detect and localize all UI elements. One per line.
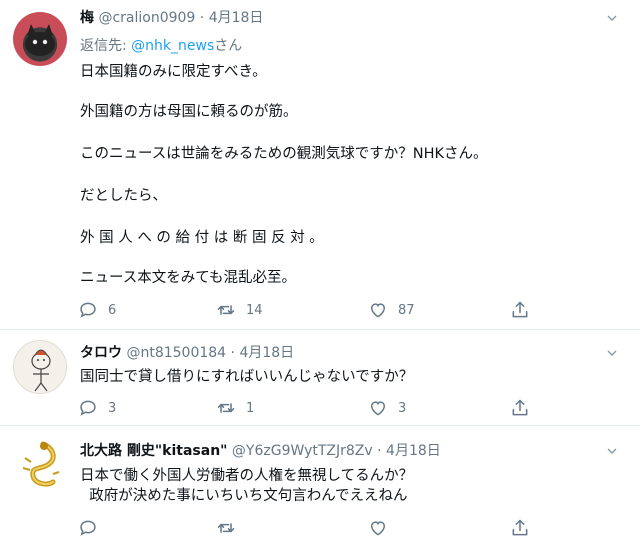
- tweet-line: 政府が決めた事にいちいち文句言わんでええねん: [80, 488, 408, 504]
- tweet-actions: 3 1 3: [78, 398, 548, 420]
- tweet-actions: 6 14 87: [78, 300, 548, 322]
- share-icon: [510, 518, 530, 538]
- cat-avatar-icon: [25, 24, 55, 56]
- reply-to-link[interactable]: @nhk_news: [131, 38, 214, 54]
- tweet-header: 北大路 剛史"kitasan" @Y6zG9WytTZJr8Zv · 4月18日: [80, 441, 441, 461]
- like-count: 3: [398, 400, 407, 416]
- cartoon-avatar-icon: [31, 349, 51, 392]
- retweet-icon: [216, 300, 236, 320]
- retweet-button[interactable]: 1: [216, 398, 254, 418]
- chevron-down-icon[interactable]: [602, 10, 622, 26]
- golden-dragon-icon: [22, 441, 60, 487]
- display-name[interactable]: 梅: [80, 10, 94, 26]
- timestamp[interactable]: 4月18日: [386, 443, 441, 459]
- tweet-line: ニュース本文をみても混乱必至。: [80, 270, 297, 286]
- tweet-header: 梅 @cralion0909 · 4月18日: [80, 8, 263, 28]
- user-handle[interactable]: @cralion0909: [98, 10, 195, 26]
- retweet-icon: [216, 398, 236, 418]
- retweet-icon: [216, 518, 236, 538]
- tweet-1[interactable]: 梅 @cralion0909 · 4月18日 返信先: @nhk_newsさん …: [0, 0, 640, 330]
- reply-count: 6: [108, 302, 117, 318]
- reply-icon: [78, 398, 98, 418]
- tweet-text: 国同士で貸し借りにすればいいんじゃないですか？: [80, 367, 413, 387]
- tweet-header: タロウ @nt81500184 · 4月18日: [80, 343, 294, 363]
- avatar[interactable]: [13, 340, 67, 394]
- tweet-line: 国同士で貸し借りにすればいいんじゃないですか？: [80, 369, 414, 385]
- tweet-line: 外国籍の方は母国に頼るのが筋。: [80, 104, 298, 120]
- retweet-button[interactable]: [216, 518, 246, 538]
- tweet-line: 日本国籍のみに限定すべき。: [80, 64, 267, 80]
- share-icon: [510, 300, 530, 320]
- tweet-line: 外 国 人 へ の 給 付 は 断 固 反 対 。: [80, 230, 324, 246]
- reply-button[interactable]: 6: [78, 300, 116, 320]
- display-name[interactable]: タロウ: [80, 345, 122, 361]
- like-count: 87: [398, 302, 415, 318]
- chevron-down-icon[interactable]: [602, 443, 622, 459]
- reply-count: 3: [108, 400, 117, 416]
- display-name[interactable]: 北大路 剛史"kitasan": [80, 443, 227, 459]
- like-icon: [368, 300, 388, 320]
- reply-to-line: 返信先: @nhk_newsさん: [80, 36, 242, 56]
- reply-to-suffix: さん: [214, 38, 243, 54]
- user-handle[interactable]: @Y6zG9WytTZJr8Zv: [232, 443, 373, 459]
- retweet-count: 1: [246, 400, 255, 416]
- tweet-line: 日本で働く外国人労働者の人権を無視してるんか？: [80, 468, 414, 484]
- tweet-line: だとしたら、: [80, 188, 167, 204]
- like-button[interactable]: 87: [368, 300, 415, 320]
- like-icon: [368, 398, 388, 418]
- share-button[interactable]: [510, 398, 530, 418]
- chevron-down-icon[interactable]: [602, 345, 622, 361]
- reply-icon: [78, 518, 98, 538]
- reply-button[interactable]: [78, 518, 108, 538]
- timestamp[interactable]: 4月18日: [239, 345, 294, 361]
- retweet-button[interactable]: 14: [216, 300, 263, 320]
- tweet-actions: [78, 518, 548, 540]
- like-button[interactable]: [368, 518, 398, 538]
- separator: ·: [377, 443, 382, 459]
- share-icon: [510, 398, 530, 418]
- share-button[interactable]: [510, 300, 530, 320]
- separator: ·: [199, 10, 205, 26]
- separator: ·: [230, 345, 235, 361]
- user-handle[interactable]: @nt81500184: [126, 345, 226, 361]
- tweet-3[interactable]: 北大路 剛史"kitasan" @Y6zG9WytTZJr8Zv · 4月18日…: [0, 426, 640, 544]
- avatar[interactable]: [13, 12, 67, 66]
- like-icon: [368, 518, 388, 538]
- retweet-count: 14: [246, 302, 263, 318]
- tweet-text: 日本で働く外国人労働者の人権を無視してるんか？ 政府が決めた事にいちいち文句言わ…: [80, 466, 413, 506]
- tweet-2[interactable]: タロウ @nt81500184 · 4月18日 国同士で貸し借りにすればいいんじ…: [0, 330, 640, 426]
- reply-button[interactable]: 3: [78, 398, 116, 418]
- share-button[interactable]: [510, 518, 530, 538]
- reply-to-label: 返信先:: [80, 38, 132, 54]
- like-button[interactable]: 3: [368, 398, 406, 418]
- timestamp[interactable]: 4月18日: [209, 10, 264, 26]
- tweet-line: このニュースは世論をみるための観測気球ですか？NHKさん。: [80, 146, 488, 162]
- avatar[interactable]: [13, 438, 67, 492]
- reply-icon: [78, 300, 98, 320]
